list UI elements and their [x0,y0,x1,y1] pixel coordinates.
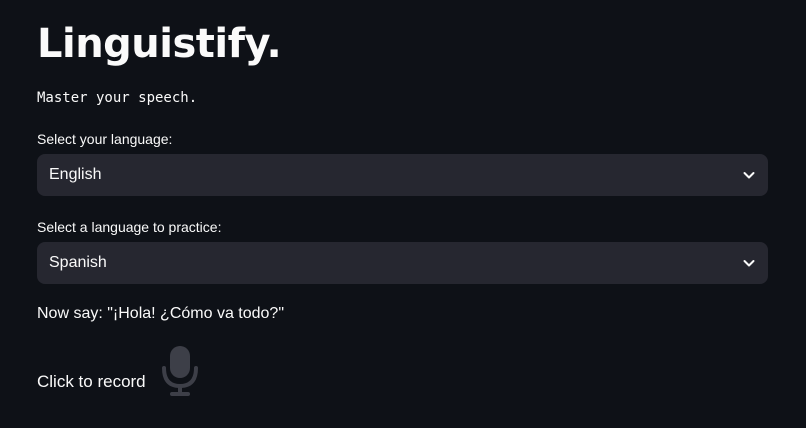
native-language-label: Select your language: [37,131,173,147]
microphone-icon[interactable] [160,342,200,398]
app-subtitle: Master your speech. [37,90,198,106]
native-language-select[interactable]: English [37,154,768,196]
app-title: Linguistify. [37,21,282,67]
practice-language-label: Select a language to practice: [37,219,222,235]
native-language-value: English [49,166,102,183]
practice-language-select[interactable]: Spanish [37,242,768,284]
record-label: Click to record [37,372,146,391]
app-page: Linguistify. Master your speech. Select … [0,0,806,428]
chevron-down-icon [742,168,756,182]
practice-prompt: Now say: "¡Hola! ¿Cómo va todo?" [37,305,285,322]
chevron-down-icon [742,256,756,270]
audio-recorder: Click to record [37,340,200,400]
practice-language-value: Spanish [49,254,107,271]
